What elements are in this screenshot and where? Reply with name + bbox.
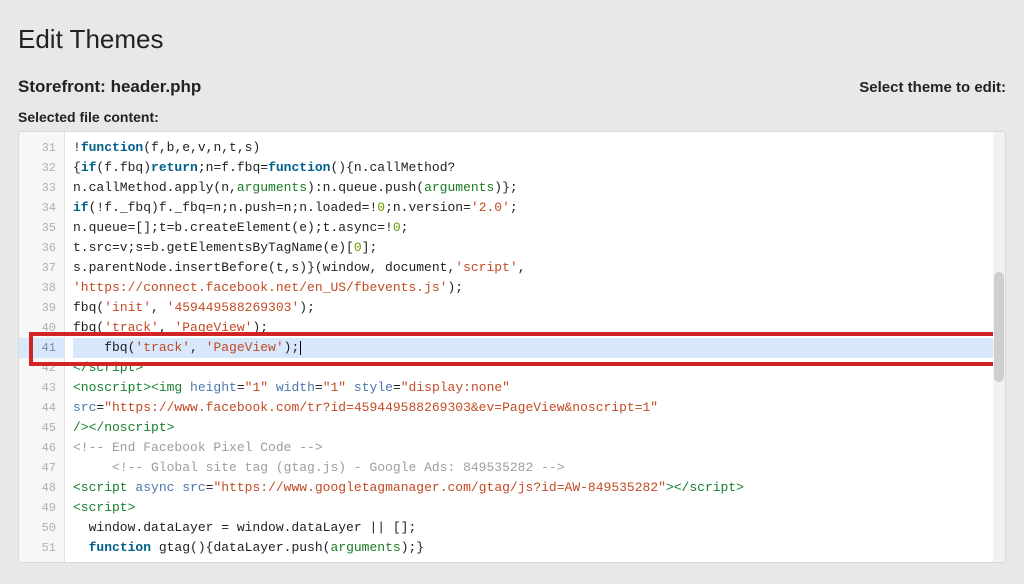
code-line[interactable]: window.dataLayer = window.dataLayer || [… <box>73 518 997 538</box>
select-theme-label: Select theme to edit: <box>859 79 1006 96</box>
code-line[interactable]: /></noscript> <box>73 418 997 438</box>
line-number: 48 <box>19 478 64 498</box>
code-line[interactable]: function gtag(){dataLayer.push(arguments… <box>73 538 997 558</box>
vertical-scrollbar[interactable] <box>993 132 1005 562</box>
line-number: 33 <box>19 178 64 198</box>
file-label-prefix: Storefront: <box>18 77 106 96</box>
file-name: header.php <box>111 77 202 96</box>
code-line[interactable]: t.src=v;s=b.getElementsByTagName(e)[0]; <box>73 238 997 258</box>
code-line[interactable]: fbq('init', '459449588269303'); <box>73 298 997 318</box>
code-line[interactable]: <noscript><img height="1" width="1" styl… <box>73 378 997 398</box>
code-line[interactable]: <!-- Global site tag (gtag.js) - Google … <box>73 458 997 478</box>
line-number: 44 <box>19 398 64 418</box>
line-number: 35 <box>19 218 64 238</box>
page-container: Edit Themes Storefront: header.php Selec… <box>0 0 1024 563</box>
code-line[interactable]: <script> <box>73 498 997 518</box>
code-line[interactable]: !function(f,b,e,v,n,t,s) <box>73 138 997 158</box>
code-line[interactable]: n.callMethod.apply(n,arguments):n.queue.… <box>73 178 997 198</box>
line-number: 42 <box>19 358 64 378</box>
line-number-gutter: 3132333435363738394041424344454647484950… <box>19 132 65 562</box>
code-editor[interactable]: 3132333435363738394041424344454647484950… <box>18 131 1006 563</box>
line-number: 39 <box>19 298 64 318</box>
code-line[interactable]: fbq('track', 'PageView'); <box>73 338 997 358</box>
code-line[interactable]: fbq('track', 'PageView'); <box>73 318 997 338</box>
page-title: Edit Themes <box>18 24 1006 55</box>
line-number: 51 <box>19 538 64 558</box>
line-number: 38 <box>19 278 64 298</box>
line-number: 36 <box>19 238 64 258</box>
code-line[interactable]: {if(f.fbq)return;n=f.fbq=function(){n.ca… <box>73 158 997 178</box>
line-number: 41 <box>19 338 64 358</box>
line-number: 34 <box>19 198 64 218</box>
code-line[interactable]: s.parentNode.insertBefore(t,s)}(window, … <box>73 258 997 278</box>
line-number: 31 <box>19 138 64 158</box>
line-number: 46 <box>19 438 64 458</box>
code-line[interactable]: src="https://www.facebook.com/tr?id=4594… <box>73 398 997 418</box>
line-number: 32 <box>19 158 64 178</box>
line-number: 47 <box>19 458 64 478</box>
code-line[interactable]: n.queue=[];t=b.createElement(e);t.async=… <box>73 218 997 238</box>
code-content[interactable]: !function(f,b,e,v,n,t,s){if(f.fbq)return… <box>65 132 1005 562</box>
line-number: 37 <box>19 258 64 278</box>
line-number: 45 <box>19 418 64 438</box>
code-line[interactable]: <script async src="https://www.googletag… <box>73 478 997 498</box>
line-number: 50 <box>19 518 64 538</box>
line-number: 49 <box>19 498 64 518</box>
code-line[interactable]: 'https://connect.facebook.net/en_US/fbev… <box>73 278 997 298</box>
code-line[interactable]: if(!f._fbq)f._fbq=n;n.push=n;n.loaded=!0… <box>73 198 997 218</box>
line-number: 40 <box>19 318 64 338</box>
code-line[interactable]: <!-- End Facebook Pixel Code --> <box>73 438 997 458</box>
file-header-row: Storefront: header.php Select theme to e… <box>18 77 1006 97</box>
file-title: Storefront: header.php <box>18 77 201 97</box>
code-line[interactable]: </script> <box>73 358 997 378</box>
content-label: Selected file content: <box>18 109 1006 125</box>
code-line[interactable] <box>73 558 997 563</box>
line-number: 43 <box>19 378 64 398</box>
line-number: 52 <box>19 558 64 563</box>
scrollbar-thumb[interactable] <box>994 272 1004 382</box>
